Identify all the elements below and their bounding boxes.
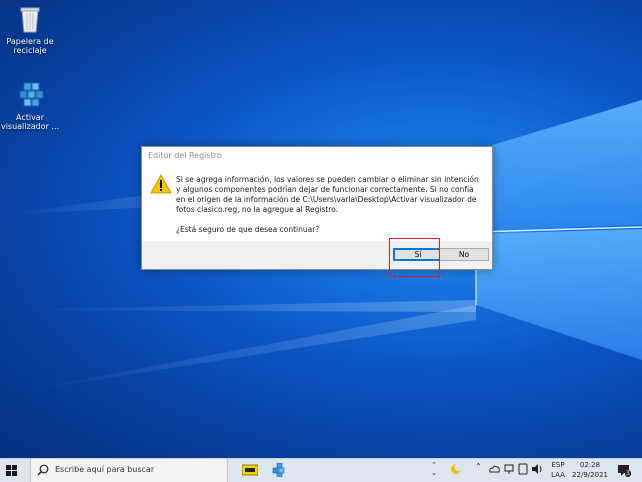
system-clock[interactable]: 02:28 22/9/2021 xyxy=(570,460,610,480)
clock-time: 02:28 xyxy=(579,461,601,469)
dialog-question: ¿Está seguro de que desea continuar? xyxy=(176,225,320,234)
language-code: ESP xyxy=(551,461,565,469)
keyboard-layout: LAA xyxy=(551,471,565,479)
registry-editor-taskbar-icon[interactable] xyxy=(272,463,288,477)
warning-icon xyxy=(150,174,172,194)
search-icon xyxy=(37,464,49,476)
no-button[interactable]: No xyxy=(439,248,489,261)
show-hidden-icons-chevron-icon[interactable]: ⌃ ⌄ xyxy=(431,461,437,477)
recycle-bin-icon xyxy=(15,4,45,34)
tablet-device-icon[interactable] xyxy=(517,463,529,475)
clock-date: 22/9/2021 xyxy=(572,471,608,479)
weather-moon-icon[interactable] xyxy=(450,463,462,475)
notification-count: 3 xyxy=(625,470,631,477)
dialog-message-area: Si se agrega información, los valores se… xyxy=(176,175,481,235)
recycle-bin-label: Papelera de reciclaje xyxy=(6,37,54,55)
volume-icon[interactable] xyxy=(531,463,543,475)
registry-file-icon xyxy=(15,80,45,110)
taskbar-search-box[interactable]: Escribe aquí para buscar xyxy=(30,459,228,482)
dialog-title: Editor del Registro xyxy=(148,151,222,160)
dialog-message: Si se agrega información, los valores se… xyxy=(176,175,479,214)
taskbar: Escribe aquí para buscar ⌃ ⌄ ⌃ ESP LAA 02… xyxy=(0,458,642,482)
search-placeholder: Escribe aquí para buscar xyxy=(55,465,155,474)
annotation-highlight-box xyxy=(389,238,440,277)
reg-file-shortcut[interactable]: Activar visualizador ... xyxy=(0,80,60,131)
registry-editor-dialog: Editor del Registro Si se agrega informa… xyxy=(141,146,493,270)
chevron-up-icon[interactable]: ⌃ xyxy=(475,462,482,471)
onedrive-cloud-icon[interactable] xyxy=(488,463,500,475)
fm-app-icon[interactable] xyxy=(242,463,258,477)
windows-start-icon[interactable] xyxy=(6,465,17,476)
network-icon[interactable] xyxy=(503,463,515,475)
action-center-button[interactable]: 3 xyxy=(617,464,631,480)
input-language-indicator[interactable]: ESP LAA xyxy=(547,460,569,480)
recycle-bin-shortcut[interactable]: Papelera de reciclaje xyxy=(0,4,60,55)
reg-file-label: Activar visualizador ... xyxy=(0,113,60,131)
